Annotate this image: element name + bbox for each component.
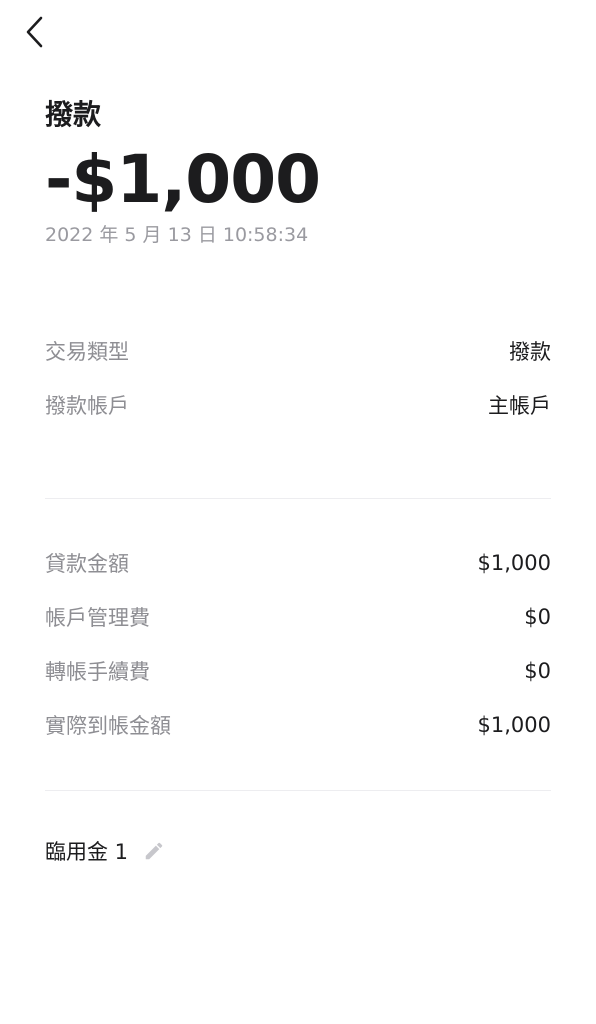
divider [45, 790, 551, 791]
details-section: 交易類型 撥款 撥款帳戶 主帳戶 [45, 324, 551, 432]
detail-row-type: 交易類型 撥款 [45, 324, 551, 378]
detail-value: 主帳戶 [488, 394, 551, 418]
detail-label: 交易類型 [45, 340, 129, 364]
divider [45, 498, 551, 499]
note-text: 臨用金 1 [45, 840, 129, 864]
breakdown-value: $1,000 [477, 713, 551, 737]
breakdown-value: $1,000 [477, 551, 551, 575]
transaction-datetime: 2022 年 5 月 13 日 10:58:34 [45, 224, 309, 246]
breakdown-label: 實際到帳金額 [45, 714, 171, 738]
detail-row-account: 撥款帳戶 主帳戶 [45, 378, 551, 432]
breakdown-label: 貸款金額 [45, 552, 129, 576]
transaction-title: 撥款 [45, 98, 102, 131]
transaction-header: 撥款 -$1,000 2022 年 5 月 13 日 10:58:34 [45, 96, 551, 248]
pencil-icon[interactable] [142, 839, 166, 863]
breakdown-row-management-fee: 帳戶管理費 $0 [45, 590, 551, 644]
breakdown-row-actual-amount: 實際到帳金額 $1,000 [45, 698, 551, 752]
transaction-amount: -$1,000 [45, 141, 321, 218]
breakdown-row-transfer-fee: 轉帳手續費 $0 [45, 644, 551, 698]
breakdown-value: $0 [524, 659, 551, 683]
back-button[interactable] [14, 12, 54, 52]
breakdown-label: 帳戶管理費 [45, 606, 150, 630]
breakdown-row-loan-amount: 貸款金額 $1,000 [45, 536, 551, 590]
detail-label: 撥款帳戶 [45, 394, 129, 418]
chevron-left-icon [26, 16, 43, 48]
breakdown-section: 貸款金額 $1,000 帳戶管理費 $0 轉帳手續費 $0 實際到帳金額 $1,… [45, 536, 551, 752]
transaction-note: 臨用金 1 [45, 836, 166, 866]
breakdown-value: $0 [524, 605, 551, 629]
detail-value: 撥款 [509, 340, 551, 364]
breakdown-label: 轉帳手續費 [45, 660, 150, 684]
